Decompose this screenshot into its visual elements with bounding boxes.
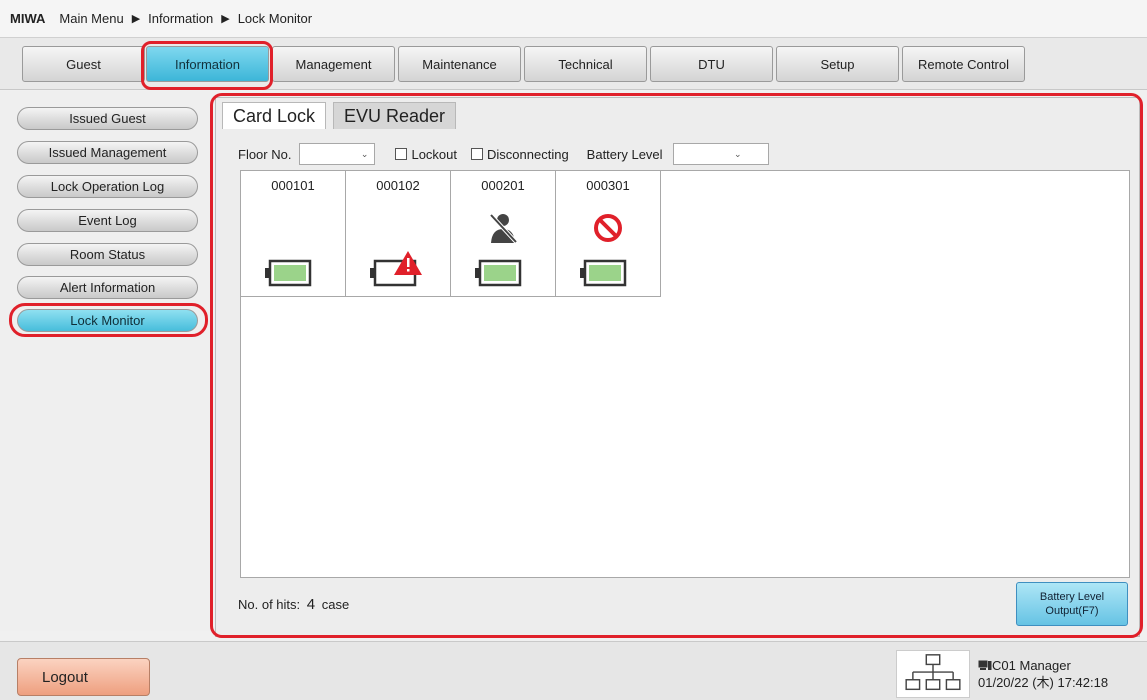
tab-dtu[interactable]: DTU — [650, 46, 773, 82]
lock-cell[interactable]: 000102 — [346, 171, 451, 297]
floor-no-select[interactable]: ⌄ — [299, 143, 376, 165]
disconnected-person-icon — [489, 213, 518, 244]
breadcrumb-arrow-icon: ▶ — [131, 13, 141, 25]
breadcrumb-arrow-icon: ▶ — [221, 13, 230, 25]
sidebar-item-room-status[interactable]: Room Status — [17, 243, 198, 266]
disconnecting-checkbox[interactable]: Disconnecting — [471, 147, 569, 162]
sidebar-item-alert-information[interactable]: Alert Information — [17, 276, 198, 299]
hits-summary: No. of hits: 4 case — [238, 596, 349, 613]
normal-battery-icon — [265, 259, 312, 287]
terminal-icon — [978, 660, 992, 670]
user-info: C01 Manager 01/20/22 (木) 17:42:18 — [978, 657, 1108, 691]
tab-management[interactable]: Management — [272, 46, 395, 82]
battery-level-select[interactable]: ⌄ — [672, 143, 769, 165]
checkbox-box — [471, 148, 484, 160]
breadcrumb-lock-monitor: Lock Monitor — [237, 11, 313, 26]
user-name: Manager — [1019, 658, 1071, 673]
logout-button[interactable]: Logout — [17, 658, 150, 696]
low-battery-warning-icon — [370, 251, 422, 287]
tab-guest[interactable]: Guest — [22, 46, 145, 82]
sidebar-item-issued-guest[interactable]: Issued Guest — [17, 107, 198, 130]
chevron-down-icon: ⌄ — [360, 148, 369, 159]
sidebar-item-lock-operation-log[interactable]: Lock Operation Log — [17, 175, 198, 198]
app-brand: MIWA — [10, 11, 46, 26]
lock-monitor-panel: Card Lock EVU Reader Floor No. ⌄ Lockout… — [215, 97, 1140, 637]
breadcrumb: MIWA Main Menu ▶ Information ▶ Lock Moni… — [0, 0, 1147, 38]
checkbox-box — [395, 148, 408, 160]
lock-cell[interactable]: 000301 — [556, 171, 661, 297]
lockout-prohibited-icon — [594, 214, 622, 242]
battery-level-label: Battery Level — [586, 146, 663, 162]
lock-number: 000101 — [271, 178, 315, 193]
normal-battery-icon — [475, 259, 522, 287]
sidebar-item-lock-monitor[interactable]: Lock Monitor — [17, 309, 198, 332]
sidebar: Issued Guest Issued Management Lock Oper… — [0, 91, 210, 631]
chevron-down-icon: ⌄ — [734, 148, 742, 159]
current-datetime: 01/20/22 (木) 17:42:18 — [978, 675, 1109, 690]
lock-grid: 000101 000102 000201 000301 — [240, 170, 1130, 578]
battery-output-label-line2: Output(F7) — [1045, 605, 1099, 617]
disconnecting-label: Disconnecting — [487, 146, 569, 162]
footer: Logout C01 Manager 01/20/22 (木) 17:42:18 — [0, 641, 1147, 700]
tab-remote-control[interactable]: Remote Control — [902, 46, 1025, 82]
breadcrumb-main-menu[interactable]: Main Menu — [59, 11, 123, 26]
battery-output-label-line1: Battery Level — [1039, 591, 1105, 603]
top-navigation: Guest Information Management Maintenance… — [0, 38, 1147, 90]
filter-bar: Floor No. ⌄ Lockout Disconnecting Batter… — [238, 142, 1118, 166]
tab-setup[interactable]: Setup — [776, 46, 899, 82]
battery-level-output-button[interactable]: Battery Level Output(F7) — [1016, 582, 1128, 626]
lockout-checkbox[interactable]: Lockout — [395, 147, 457, 162]
lock-cell[interactable]: 000101 — [241, 171, 346, 297]
lock-number: 000102 — [376, 178, 420, 193]
breadcrumb-information[interactable]: Information — [148, 11, 213, 26]
hits-unit: case — [321, 597, 350, 612]
tab-card-lock[interactable]: Card Lock — [222, 102, 327, 129]
hits-label: No. of hits: — [238, 597, 301, 612]
lock-cell[interactable]: 000201 — [451, 171, 556, 297]
sidebar-item-issued-management[interactable]: Issued Management — [17, 141, 198, 164]
lock-number: 000301 — [586, 178, 630, 193]
normal-battery-icon — [580, 259, 627, 287]
sidebar-item-event-log[interactable]: Event Log — [17, 209, 198, 232]
tab-technical[interactable]: Technical — [524, 46, 647, 82]
tab-information[interactable]: Information — [146, 46, 269, 82]
floor-no-label: Floor No. — [238, 146, 292, 162]
lockout-label: Lockout — [411, 146, 458, 162]
tab-maintenance[interactable]: Maintenance — [398, 46, 521, 82]
hits-count: 4 — [306, 596, 316, 613]
terminal-id: C01 — [992, 658, 1016, 673]
lock-number: 000201 — [481, 178, 525, 193]
tab-evu-reader[interactable]: EVU Reader — [333, 102, 457, 129]
network-icon[interactable] — [896, 650, 970, 698]
